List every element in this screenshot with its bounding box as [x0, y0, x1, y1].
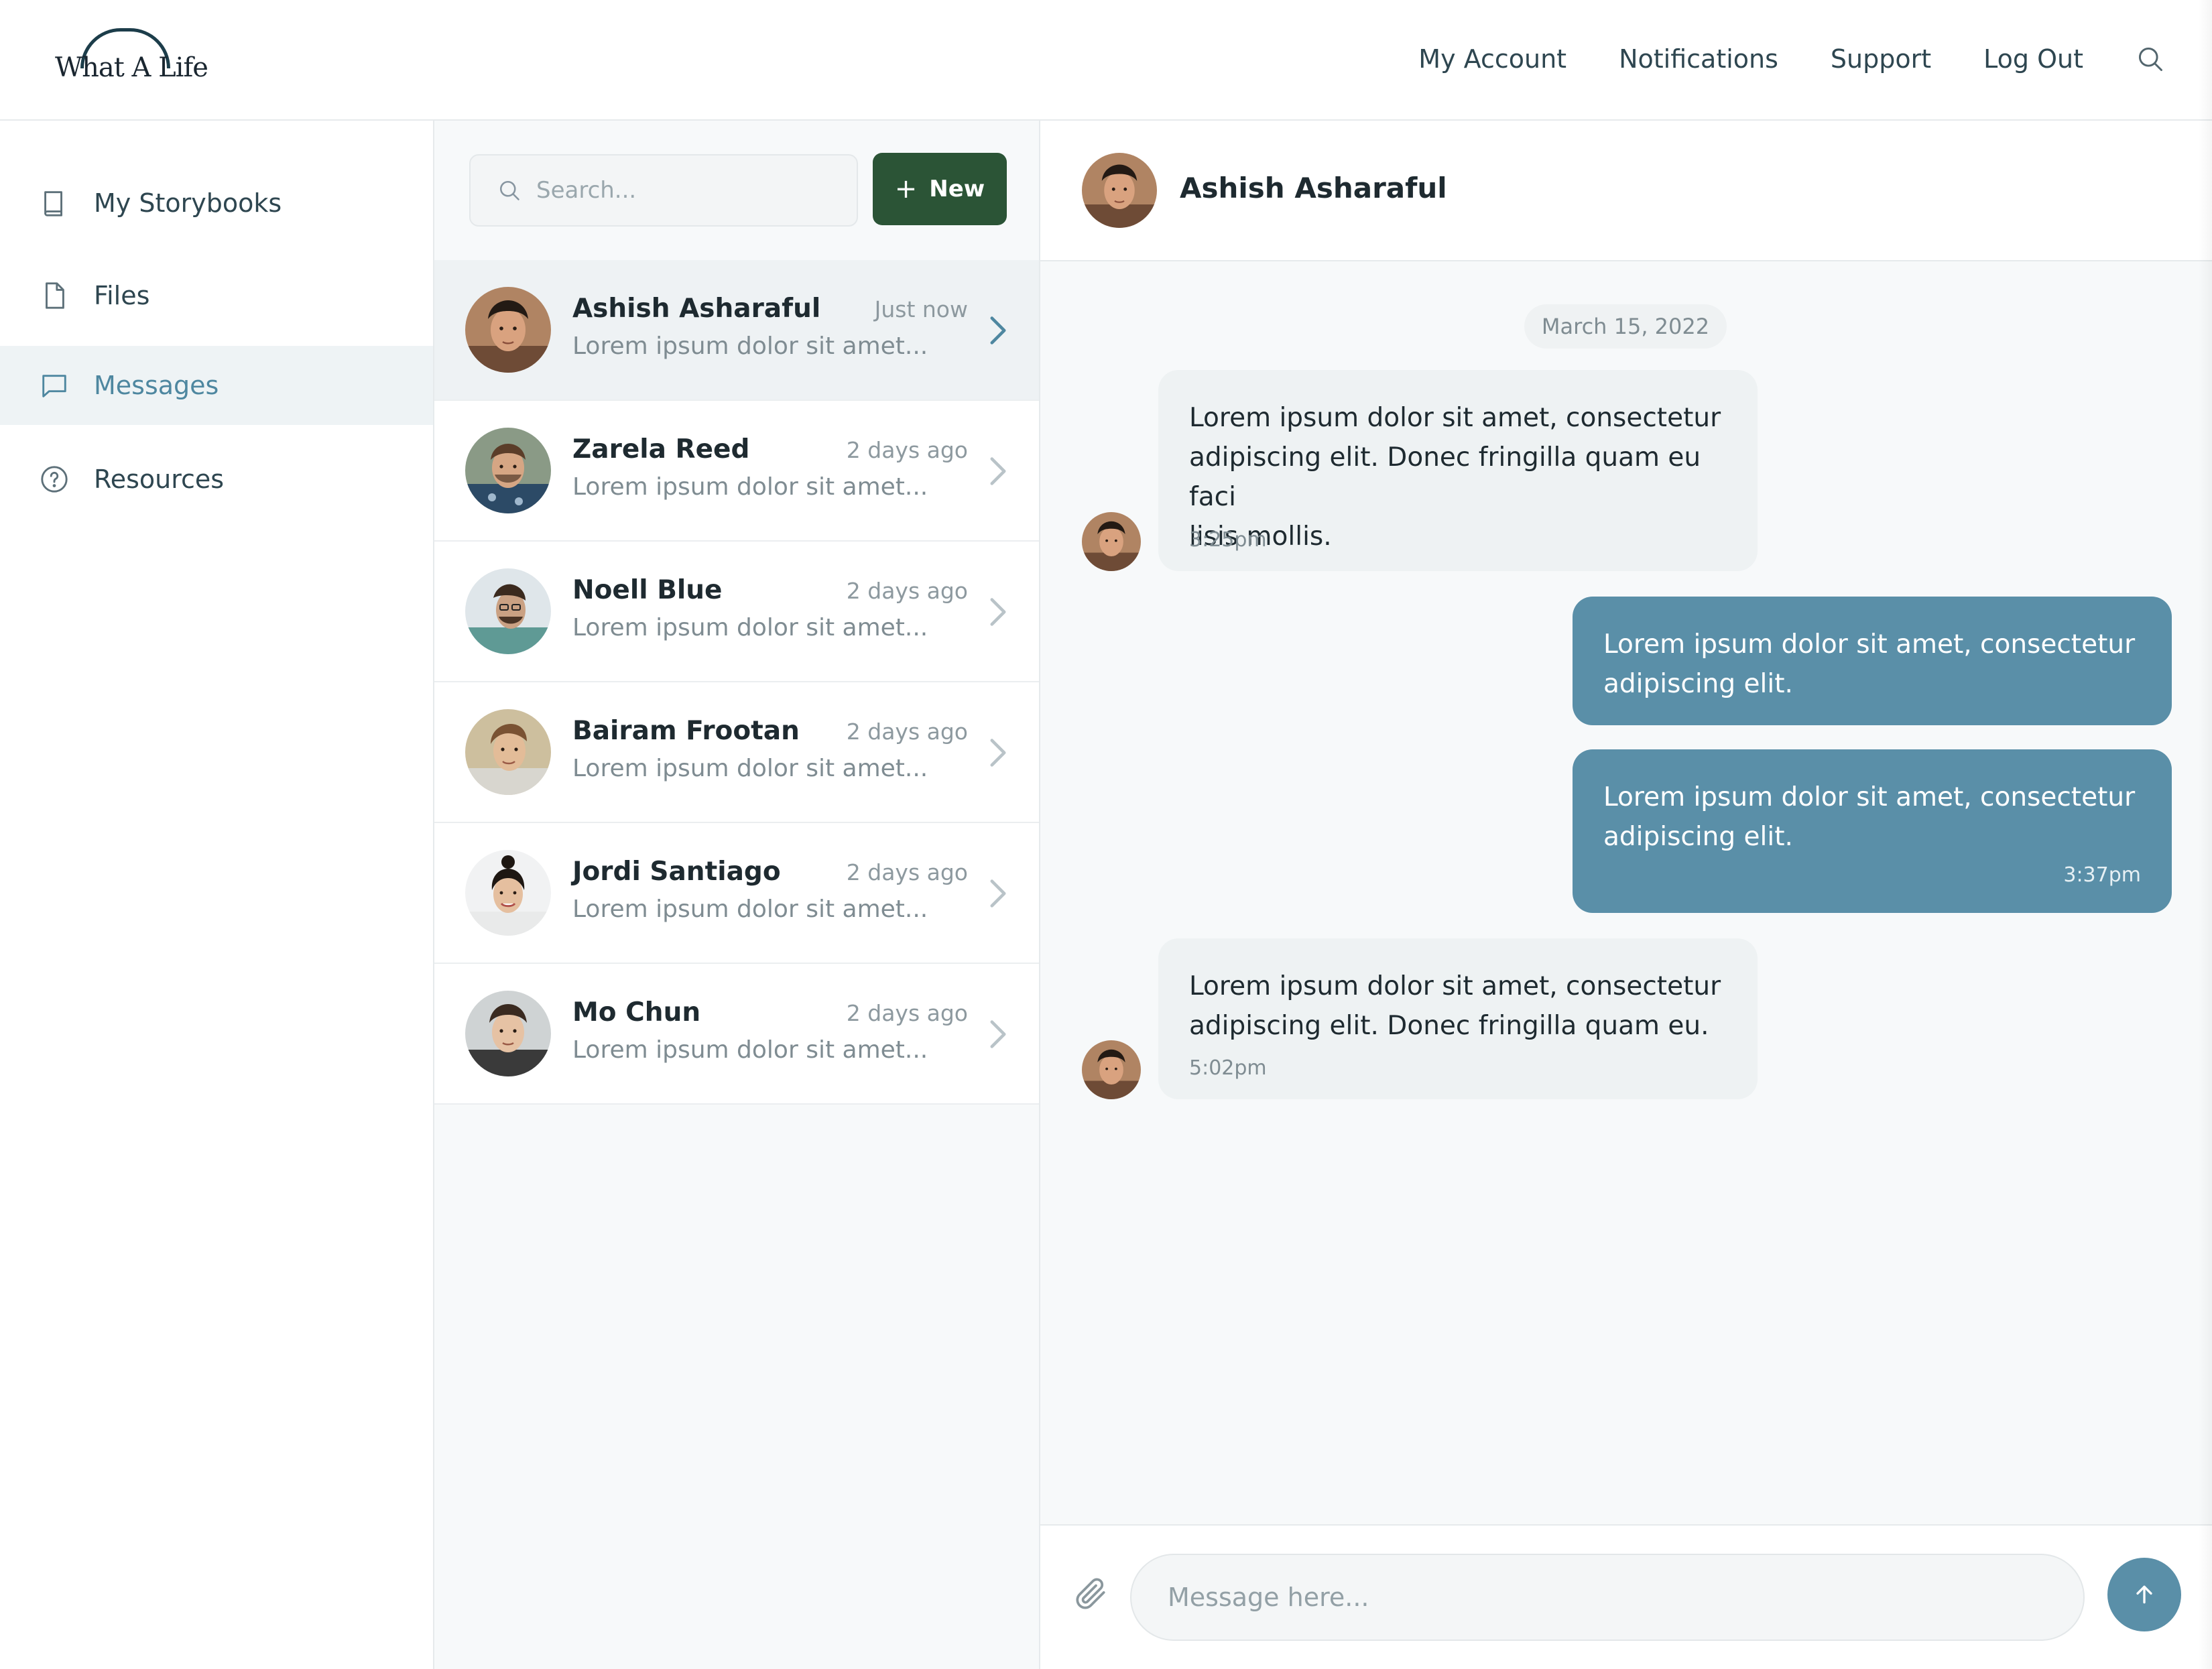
top-header: What A Life My Account Notifications Sup… — [0, 0, 2212, 121]
conversation-item[interactable]: Noell Blue 2 days ago Lorem ipsum dolor … — [434, 542, 1039, 682]
conversation-time: 2 days ago — [846, 578, 968, 604]
message-text: Lorem ipsum dolor sit amet, consectetur … — [1603, 629, 2136, 699]
top-nav: My Account Notifications Support Log Out — [1366, 0, 2165, 118]
book-icon — [39, 188, 70, 219]
conversation-time: 2 days ago — [846, 719, 968, 745]
chevron-right-icon — [990, 598, 1006, 626]
file-icon — [39, 280, 70, 311]
chat-header: Ashish Asharaful — [1040, 121, 2212, 261]
conversation-item[interactable]: Ashish Asharaful Just now Lorem ipsum do… — [434, 260, 1039, 401]
message-text: Lorem ipsum dolor sit amet, consectetur … — [1603, 782, 2136, 852]
avatar — [465, 709, 551, 795]
paperclip-icon[interactable] — [1072, 1572, 1110, 1614]
sidebar-item-my-storybooks[interactable]: My Storybooks — [0, 164, 433, 243]
conversation-name: Noell Blue — [572, 575, 723, 605]
chevron-right-icon — [990, 739, 1006, 767]
search-icon — [499, 180, 519, 200]
search-icon[interactable] — [2136, 44, 2165, 74]
conversation-name: Mo Chun — [572, 997, 701, 1028]
conversation-list: Search... + New Ashish Asharaful Just no… — [434, 121, 1040, 1669]
logo[interactable]: What A Life — [55, 28, 208, 92]
message-text: Lorem ipsum dolor sit amet, consectetur … — [1189, 403, 1721, 552]
message-time: 3:37pm — [2063, 863, 2141, 887]
message-bubble-incoming: Lorem ipsum dolor sit amet, consectetur … — [1158, 938, 1758, 1099]
sidebar-item-label: Resources — [94, 465, 225, 494]
date-divider: March 15, 2022 — [1524, 304, 1727, 349]
new-conversation-button[interactable]: + New — [873, 153, 1007, 225]
search-input[interactable]: Search... — [469, 154, 858, 227]
chat-bubble-icon — [39, 370, 70, 401]
chevron-right-icon — [990, 879, 1006, 908]
sidebar-item-label: Files — [94, 281, 150, 310]
nav-my-account[interactable]: My Account — [1418, 44, 1566, 74]
sidebar-item-messages[interactable]: Messages — [0, 346, 433, 425]
avatar — [465, 428, 551, 513]
sidebar-item-files[interactable]: Files — [0, 256, 433, 335]
message-input[interactable] — [1130, 1554, 2085, 1641]
new-button-label: New — [929, 176, 985, 202]
conversation-preview: Lorem ipsum dolor sit amet... — [572, 755, 928, 782]
nav-notifications[interactable]: Notifications — [1619, 44, 1778, 74]
message-time: 5:02pm — [1189, 1056, 1267, 1080]
avatar — [465, 568, 551, 654]
sidebar-item-resources[interactable]: Resources — [0, 440, 433, 519]
message-text: Lorem ipsum dolor sit amet, consectetur … — [1189, 971, 1721, 1041]
message-bubble-outgoing: Lorem ipsum dolor sit amet, consectetur … — [1573, 597, 2172, 725]
avatar — [1082, 512, 1141, 571]
conversation-name: Jordi Santiago — [572, 857, 781, 887]
conversation-preview: Lorem ipsum dolor sit amet... — [572, 895, 928, 923]
chat-contact-name: Ashish Asharaful — [1180, 172, 1447, 204]
chevron-right-icon — [990, 457, 1006, 485]
conversation-preview: Lorem ipsum dolor sit amet... — [572, 473, 928, 501]
conversation-name: Zarela Reed — [572, 434, 750, 465]
search-placeholder: Search... — [536, 177, 637, 204]
message-time: 3:25pm — [1189, 528, 1267, 552]
conversation-preview: Lorem ipsum dolor sit amet... — [572, 1036, 928, 1064]
message-bubble-incoming: Lorem ipsum dolor sit amet, consectetur … — [1158, 370, 1758, 571]
conversation-preview: Lorem ipsum dolor sit amet... — [572, 614, 928, 641]
conversation-time: 2 days ago — [846, 437, 968, 463]
help-circle-icon — [39, 464, 70, 495]
chevron-right-icon — [990, 1020, 1006, 1048]
sidebar-item-label: Messages — [94, 371, 219, 400]
chat-panel: Ashish Asharaful March 15, 2022 Lorem ip… — [1040, 121, 2212, 1669]
avatar — [465, 287, 551, 373]
arrow-up-icon — [2136, 1585, 2152, 1604]
chevron-right-icon — [990, 316, 1006, 345]
conversation-item[interactable]: Zarela Reed 2 days ago Lorem ipsum dolor… — [434, 401, 1039, 542]
avatar — [465, 991, 551, 1076]
conversation-item[interactable]: Mo Chun 2 days ago Lorem ipsum dolor sit… — [434, 964, 1039, 1105]
avatar — [465, 850, 551, 936]
conversation-name: Bairam Frootan — [572, 716, 800, 746]
nav-support[interactable]: Support — [1831, 44, 1931, 74]
message-bubble-outgoing: Lorem ipsum dolor sit amet, consectetur … — [1573, 749, 2172, 913]
avatar[interactable] — [1082, 153, 1157, 228]
conversation-time: 2 days ago — [846, 859, 968, 885]
sidebar-item-label: My Storybooks — [94, 188, 282, 218]
conversation-time: Just now — [874, 296, 968, 322]
logo-text: What A Life — [55, 52, 208, 83]
window-scrollbar[interactable] — [2199, 0, 2212, 1669]
sidebar: My Storybooks Files Messages Resources — [0, 121, 434, 1669]
conversation-item[interactable]: Jordi Santiago 2 days ago Lorem ipsum do… — [434, 823, 1039, 964]
conversation-time: 2 days ago — [846, 1000, 968, 1026]
plus-icon: + — [894, 174, 918, 204]
message-composer — [1040, 1524, 2212, 1669]
conversation-name: Ashish Asharaful — [572, 294, 821, 324]
avatar — [1082, 1040, 1141, 1099]
conversation-item[interactable]: Bairam Frootan 2 days ago Lorem ipsum do… — [434, 682, 1039, 823]
conversation-preview: Lorem ipsum dolor sit amet... — [572, 332, 928, 360]
nav-log-out[interactable]: Log Out — [1983, 44, 2083, 74]
send-button[interactable] — [2107, 1558, 2181, 1631]
